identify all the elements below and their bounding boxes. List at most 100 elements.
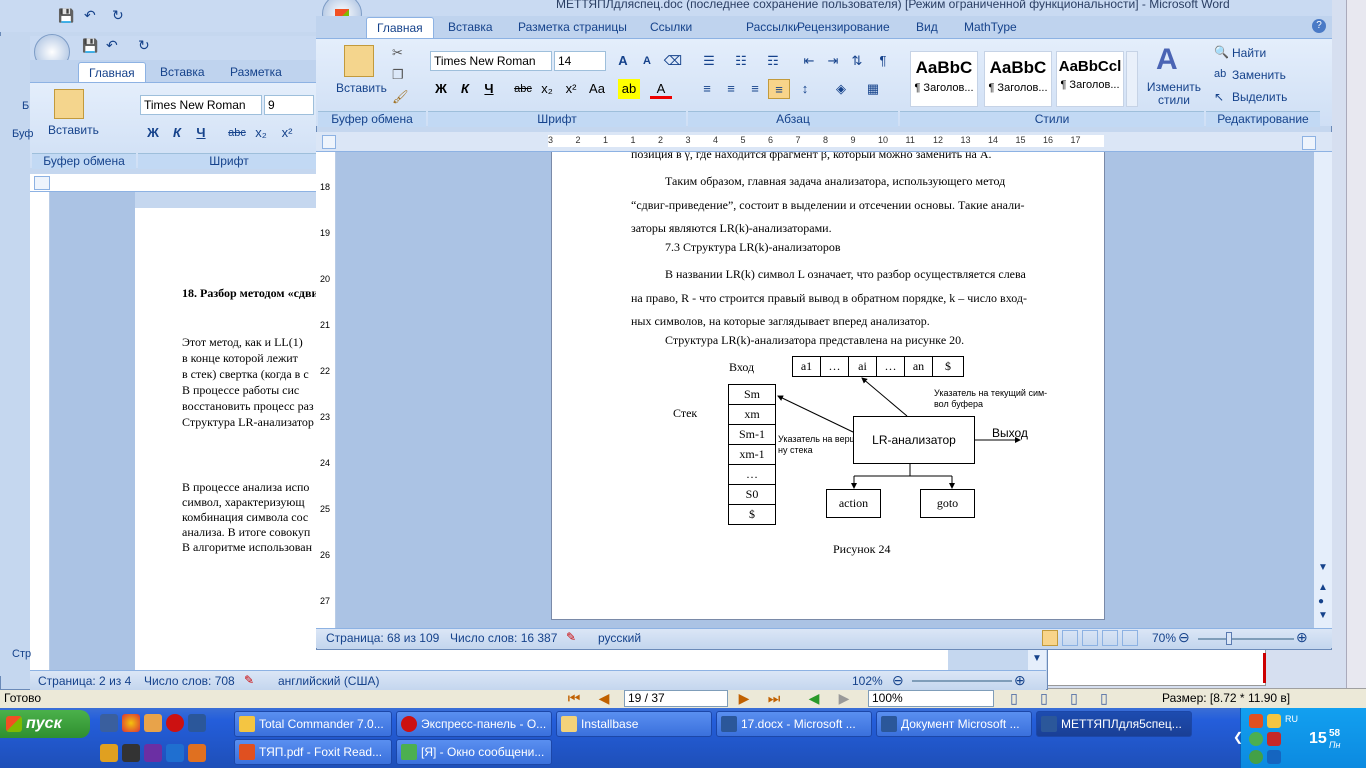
taskbar-total-commander[interactable]: Total Commander 7.0... xyxy=(234,711,392,737)
taskbar-installbase[interactable]: Installbase xyxy=(556,711,712,737)
desktop-icon[interactable] xyxy=(100,714,118,732)
change-case-icon[interactable]: Aa xyxy=(586,79,608,99)
font-size-select[interactable]: 14 xyxy=(554,51,606,71)
tab-view[interactable]: Вид xyxy=(906,17,948,37)
justify-icon[interactable]: ≡ xyxy=(768,79,790,99)
back-zoom-slider[interactable] xyxy=(912,680,1012,682)
word-icon[interactable] xyxy=(188,714,206,732)
back-zoom-in-icon[interactable]: ⊕ xyxy=(1014,672,1026,689)
back-paste-label[interactable]: Вставить xyxy=(48,123,99,137)
vertical-scrollbar[interactable]: ▼ ▲ ● ▼ xyxy=(1314,152,1332,628)
shading-icon[interactable]: ◈ xyxy=(830,79,852,99)
copy-icon[interactable]: ❐ xyxy=(392,67,404,83)
web-layout-icon[interactable] xyxy=(1082,630,1098,646)
back-undo-icon[interactable]: ↶ xyxy=(84,7,96,24)
back-qat-save-icon[interactable]: 💾 xyxy=(82,38,98,54)
paste-icon[interactable] xyxy=(344,45,374,77)
app4-icon[interactable] xyxy=(144,744,162,762)
decrease-indent-icon[interactable]: ⇤ xyxy=(798,51,820,71)
borders-icon[interactable]: ▦ xyxy=(862,79,884,99)
tab-mathtype[interactable]: MathType xyxy=(954,17,1027,37)
back-paste-icon[interactable] xyxy=(54,89,84,119)
status-words[interactable]: Число слов: 16 387 xyxy=(450,631,557,645)
tab-home[interactable]: Главная xyxy=(366,17,434,38)
clear-format-icon[interactable]: ⌫ xyxy=(662,51,684,71)
back-zoom-out-icon[interactable]: ⊖ xyxy=(892,672,904,689)
tab-page-layout[interactable]: Разметка страницы xyxy=(508,17,637,37)
print-layout-icon[interactable] xyxy=(1042,630,1058,646)
underline-icon[interactable]: Ч xyxy=(478,79,500,99)
back-font-size[interactable]: 9 xyxy=(264,95,314,115)
zoom-level[interactable]: 70% xyxy=(1152,631,1176,645)
single-page-icon[interactable]: ▯ xyxy=(1006,690,1022,706)
back-tab-selector[interactable] xyxy=(34,176,50,190)
style-heading-1[interactable]: AaBbC ¶ Заголов... xyxy=(910,51,978,107)
change-styles-label[interactable]: Изменить стили xyxy=(1146,81,1202,107)
numbering-icon[interactable]: ☷ xyxy=(730,51,752,71)
back-zoom-level[interactable]: 102% xyxy=(852,674,883,688)
back-save-icon[interactable]: 💾 xyxy=(58,8,74,24)
photoshop-icon[interactable] xyxy=(166,744,184,762)
app3-icon[interactable] xyxy=(122,744,140,762)
status-page[interactable]: Страница: 68 из 109 xyxy=(326,631,439,645)
browse-object-icon[interactable]: ● xyxy=(1318,596,1324,607)
tray-icon[interactable] xyxy=(1249,732,1263,746)
back-spell-icon[interactable]: ✎ xyxy=(244,673,254,687)
select-button[interactable]: Выделить xyxy=(1232,90,1287,104)
cont-facing-icon[interactable]: ▯ xyxy=(1096,690,1112,706)
prev-page-icon[interactable]: ◀ xyxy=(596,690,612,706)
style-heading-3[interactable]: AaBbCcl ¶ Заголов... xyxy=(1056,51,1124,107)
continuous-icon[interactable]: ▯ xyxy=(1036,690,1052,706)
tray-expand-icon[interactable]: ❮ xyxy=(1233,730,1243,744)
back-strike-icon[interactable]: abc xyxy=(226,123,248,143)
first-page-icon[interactable]: ⏮ xyxy=(566,690,582,706)
find-button[interactable]: Найти xyxy=(1232,46,1266,60)
prev-object-icon[interactable]: ▲ xyxy=(1318,582,1328,593)
back-qat-redo-icon[interactable]: ↻ xyxy=(138,37,150,54)
replace-button[interactable]: Заменить xyxy=(1232,68,1286,82)
last-page-icon[interactable]: ⏭ xyxy=(766,690,782,706)
shrink-font-icon[interactable]: A xyxy=(636,51,658,71)
bold-icon[interactable]: Ж xyxy=(430,79,452,99)
grow-font-icon[interactable]: A xyxy=(612,51,634,71)
back-underline-icon[interactable]: Ч xyxy=(190,123,212,143)
app-icon[interactable] xyxy=(144,714,162,732)
highlight-icon[interactable]: ab xyxy=(618,79,640,99)
italic-icon[interactable]: К xyxy=(454,79,476,99)
align-center-icon[interactable]: ≡ xyxy=(720,79,742,99)
change-styles-icon[interactable]: A xyxy=(1156,43,1178,77)
back-redo-icon[interactable]: ↻ xyxy=(112,7,124,24)
zoom-in-icon[interactable]: ⊕ xyxy=(1296,629,1308,646)
tab-stop-selector[interactable] xyxy=(322,135,336,149)
forward-icon[interactable]: ▶ xyxy=(836,690,852,706)
opera-icon[interactable] xyxy=(166,714,184,732)
foxit-scrollbar[interactable] xyxy=(1346,0,1366,688)
subscript-icon[interactable]: x₂ xyxy=(536,79,558,99)
back-font-name[interactable]: Times New Roman xyxy=(140,95,262,115)
scroll-down-icon[interactable]: ▼ xyxy=(1318,562,1328,573)
tray-icon[interactable] xyxy=(1249,750,1263,764)
back-tab-insert[interactable]: Вставка xyxy=(150,62,215,82)
tray-icon[interactable] xyxy=(1249,714,1263,728)
page-number-input[interactable]: 19 / 37 xyxy=(624,690,728,707)
help-icon[interactable]: ? xyxy=(1312,19,1326,33)
app2-icon[interactable] xyxy=(100,744,118,762)
back-italic-icon[interactable]: К xyxy=(166,123,188,143)
back-status-words[interactable]: Число слов: 708 xyxy=(144,674,235,688)
lang-indicator[interactable]: RU xyxy=(1285,714,1298,724)
multilevel-icon[interactable]: ☶ xyxy=(762,51,784,71)
show-marks-icon[interactable]: ¶ xyxy=(872,51,894,71)
align-left-icon[interactable]: ≡ xyxy=(696,79,718,99)
next-object-icon[interactable]: ▼ xyxy=(1318,610,1328,621)
clock-hours[interactable]: 15 xyxy=(1309,730,1327,748)
outline-icon[interactable] xyxy=(1102,630,1118,646)
styles-scroll[interactable] xyxy=(1126,51,1138,107)
align-right-icon[interactable]: ≡ xyxy=(744,79,766,99)
taskbar-met-active[interactable]: МЕТТЯПЛдля5спец... xyxy=(1036,711,1192,737)
full-screen-icon[interactable] xyxy=(1062,630,1078,646)
zoom-out-icon[interactable]: ⊖ xyxy=(1178,629,1190,646)
taskbar-opera[interactable]: Экспресс-панель - О... xyxy=(396,711,552,737)
spellcheck-icon[interactable]: ✎ xyxy=(566,630,576,644)
clock-minutes[interactable]: 58 xyxy=(1329,728,1340,739)
next-page-icon[interactable]: ▶ xyxy=(736,690,752,706)
